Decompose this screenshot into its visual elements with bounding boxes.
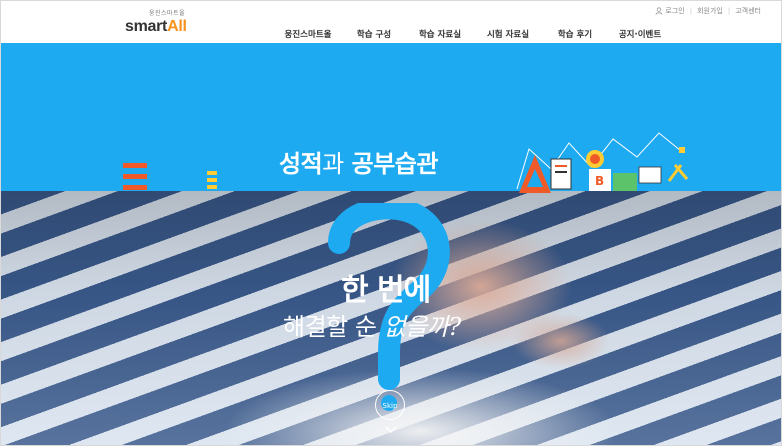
skip-button[interactable]: Skip — [375, 390, 405, 420]
utility-links: 로그인 | 회원가입 | 고객센터 — [655, 6, 761, 16]
hero-headline: 성적과 공부습관 — [279, 144, 438, 179]
nav-item-smartall[interactable]: 웅진스마트올 — [285, 28, 332, 40]
page-frame: 웅진스마트올 smartAll 로그인 | 회원가입 | 고객센터 웅진스마트올… — [0, 0, 782, 446]
headline-part-2: 과 — [322, 150, 344, 178]
question-line-2-part-1: 해결할 순 — [283, 313, 377, 341]
question-line-2-handwritten: 없을까? — [383, 313, 462, 341]
support-link[interactable]: 고객센터 — [735, 6, 761, 16]
decor-stripes-icon — [123, 163, 147, 190]
login-link[interactable]: 로그인 — [665, 6, 684, 16]
headline-part-3: 공부습관 — [351, 150, 439, 178]
nav-item-curriculum[interactable]: 학습 구성 — [357, 28, 391, 40]
nav-item-reviews[interactable]: 학습 후기 — [558, 28, 592, 40]
headline-part-1: 성적 — [279, 150, 323, 178]
decor-block-icon — [207, 171, 217, 189]
svg-text:B: B — [595, 174, 604, 188]
hero-question-line-2: 해결할 순 없을까? — [283, 307, 461, 342]
logo-subtitle: 웅진스마트올 — [149, 10, 186, 17]
hero-banner: 성적과 공부습관 B 한 번에 해결할 순 없을까? Skip — [1, 43, 781, 445]
nav-item-study-materials[interactable]: 학습 자료실 — [419, 28, 461, 40]
main-nav: 웅진스마트올 학습 구성 학습 자료실 시험 자료실 학습 후기 공지·이벤트 — [1, 25, 781, 43]
divider: | — [689, 7, 693, 15]
hero-question-line-1: 한 번에 — [341, 273, 431, 308]
school-supplies-icon: B — [516, 132, 689, 193]
person-icon — [655, 7, 663, 15]
nav-item-exam-materials[interactable]: 시험 자료실 — [487, 28, 529, 40]
divider: | — [727, 7, 731, 15]
site-header: 웅진스마트올 smartAll 로그인 | 회원가입 | 고객센터 웅진스마트올… — [1, 1, 781, 43]
chevron-down-icon[interactable] — [385, 426, 397, 434]
signup-link[interactable]: 회원가입 — [697, 6, 723, 16]
nav-item-notice-event[interactable]: 공지·이벤트 — [619, 28, 661, 40]
